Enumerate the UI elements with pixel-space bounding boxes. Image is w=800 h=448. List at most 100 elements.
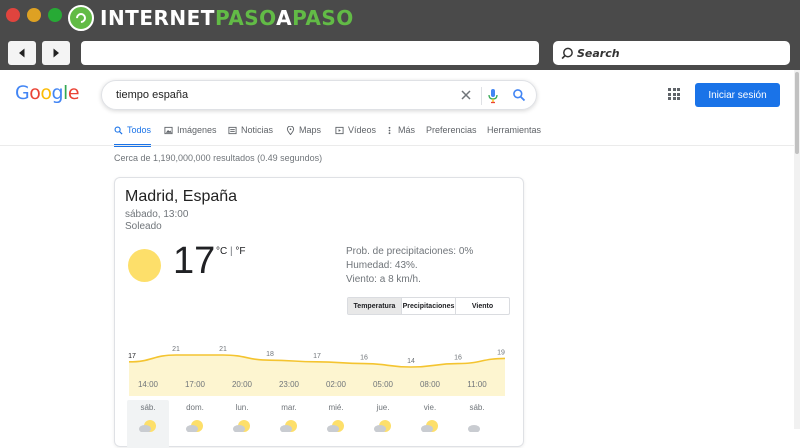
- google-search-box[interactable]: tiempo españa: [101, 80, 537, 110]
- tab-noticias[interactable]: Noticias: [228, 125, 273, 145]
- brand-wordmark: INTERNETPASOAPASO: [100, 6, 354, 30]
- address-bar[interactable]: [81, 41, 539, 65]
- current-temperature: 17: [173, 240, 216, 282]
- zoom-window-button[interactable]: [48, 8, 62, 22]
- brand-logo: INTERNETPASOAPASO: [68, 4, 354, 32]
- precipitation-probability: Prob. de precipitaciones: 0%: [346, 246, 474, 257]
- hour-tick-label: 20:00: [231, 380, 253, 389]
- hour-tick-label: 14:00: [137, 380, 159, 389]
- microphone-icon[interactable]: [486, 88, 500, 104]
- window-titlebar: INTERNETPASOAPASO: [0, 0, 800, 36]
- hour-tick-label: 02:00: [325, 380, 347, 389]
- temperature-data-label: 21: [219, 346, 227, 353]
- tab-precipitaciones[interactable]: Precipitaciones: [402, 298, 456, 314]
- tab-imagenes[interactable]: Imágenes: [164, 125, 217, 145]
- forecast-day[interactable]: mié.: [315, 400, 357, 448]
- forward-button[interactable]: [42, 41, 70, 65]
- forecast-day-label: lun.: [235, 403, 249, 412]
- divider: [481, 87, 482, 105]
- partly-cloudy-icon: [139, 420, 156, 432]
- weather-location: Madrid, España: [125, 188, 238, 205]
- partly-cloudy-icon: [327, 420, 344, 432]
- partly-cloudy-icon: [233, 420, 250, 432]
- temperature-data-label: 17: [128, 353, 136, 360]
- video-icon: [335, 126, 344, 135]
- search-query[interactable]: tiempo españa: [116, 89, 188, 101]
- tab-herramientas[interactable]: Herramientas: [487, 125, 541, 145]
- brand-icon: [68, 5, 94, 31]
- fahrenheit-toggle[interactable]: °F: [235, 246, 245, 257]
- partly-cloudy-icon: [186, 420, 203, 432]
- arrow-left-icon: [19, 48, 25, 58]
- result-stats: Cerca de 1,190,000,000 resultados (0.49 …: [114, 153, 323, 163]
- search-placeholder: Search: [577, 46, 620, 60]
- tab-temperatura[interactable]: Temperatura: [348, 298, 402, 314]
- forecast-day-label: jue.: [376, 403, 390, 412]
- forecast-day[interactable]: sáb.: [456, 400, 498, 448]
- weather-card: Madrid, España sábado, 13:00 Soleado 17 …: [114, 177, 524, 448]
- scroll-thumb[interactable]: [795, 72, 799, 154]
- google-results-page: Google tiempo españa Iniciar sesión Todo…: [0, 70, 800, 448]
- clear-icon[interactable]: [459, 88, 473, 102]
- search-icon[interactable]: [512, 88, 526, 102]
- hour-tick-label: 05:00: [372, 380, 394, 389]
- forecast-day[interactable]: sáb.: [127, 400, 169, 448]
- close-window-button[interactable]: [6, 8, 20, 22]
- page-scrollbar[interactable]: [794, 70, 800, 429]
- forecast-day-label: mar.: [281, 403, 297, 412]
- tab-maps[interactable]: Maps: [286, 125, 321, 145]
- chart-hour-labels: 14:00 17:00 20:00 23:00 02:00 05:00 08:00 11:00: [125, 380, 515, 392]
- weather-datetime: sábado, 13:00: [125, 209, 189, 220]
- forecast-day-label: mié.: [328, 403, 344, 412]
- forecast-day-label: sáb.: [140, 403, 156, 412]
- forecast-day[interactable]: dom.: [174, 400, 216, 448]
- hour-tick-label: 11:00: [467, 380, 487, 389]
- partly-cloudy-icon: [280, 420, 297, 432]
- temperature-data-label: 16: [454, 355, 462, 362]
- partly-cloudy-icon: [374, 420, 391, 432]
- weather-metric-selector: Temperatura Precipitaciones Viento: [347, 297, 510, 315]
- hour-tick-label: 23:00: [278, 380, 300, 389]
- hour-tick-label: 08:00: [419, 380, 441, 389]
- humidity: Humedad: 43%.: [346, 260, 418, 271]
- daily-forecast: sáb. dom. lun. mar. mié. jue. vie. sáb.: [125, 400, 515, 448]
- hour-tick-label: 17:00: [184, 380, 206, 389]
- weather-condition: Soleado: [125, 221, 162, 232]
- google-logo[interactable]: Google: [15, 82, 80, 104]
- forecast-day-label: dom.: [186, 403, 204, 412]
- temperature-data-label: 14: [407, 358, 415, 365]
- apps-grid-icon[interactable]: [668, 88, 680, 100]
- temperature-data-label: 16: [360, 355, 368, 362]
- sign-in-button[interactable]: Iniciar sesión: [695, 83, 780, 107]
- image-icon: [164, 126, 173, 135]
- forecast-day[interactable]: vie.: [409, 400, 451, 448]
- browser-toolbar: Search: [0, 36, 800, 70]
- sunny-icon: [128, 249, 161, 282]
- map-pin-icon: [286, 126, 295, 135]
- celsius-toggle[interactable]: °C: [216, 246, 227, 257]
- wind: Viento: a 8 km/h.: [346, 274, 421, 285]
- tab-viento[interactable]: Viento: [456, 298, 509, 314]
- tab-todos[interactable]: Todos: [114, 125, 152, 147]
- search-icon: [114, 126, 123, 135]
- forecast-day-label: vie.: [423, 403, 437, 412]
- temperature-data-label: 19: [497, 349, 505, 356]
- temperature-data-label: 21: [172, 346, 180, 353]
- forecast-day[interactable]: jue.: [362, 400, 404, 448]
- tab-preferencias[interactable]: Preferencias: [426, 125, 477, 145]
- browser-search-field[interactable]: Search: [553, 41, 790, 65]
- search-tabs: Todos Imágenes Noticias Maps Vídeos Más …: [0, 122, 800, 147]
- search-icon: [561, 47, 573, 59]
- partly-cloudy-icon: [421, 420, 438, 432]
- tab-videos[interactable]: Vídeos: [335, 125, 376, 145]
- tabs-divider: [0, 145, 800, 146]
- tab-mas[interactable]: Más: [385, 125, 415, 145]
- minimize-window-button[interactable]: [27, 8, 41, 22]
- more-icon: [388, 126, 391, 135]
- forecast-day[interactable]: lun.: [221, 400, 263, 448]
- forecast-day-label: sáb.: [469, 403, 485, 412]
- forecast-day[interactable]: mar.: [268, 400, 310, 448]
- cloudy-icon: [468, 425, 480, 432]
- back-button[interactable]: [8, 41, 36, 65]
- arrow-right-icon: [53, 48, 59, 58]
